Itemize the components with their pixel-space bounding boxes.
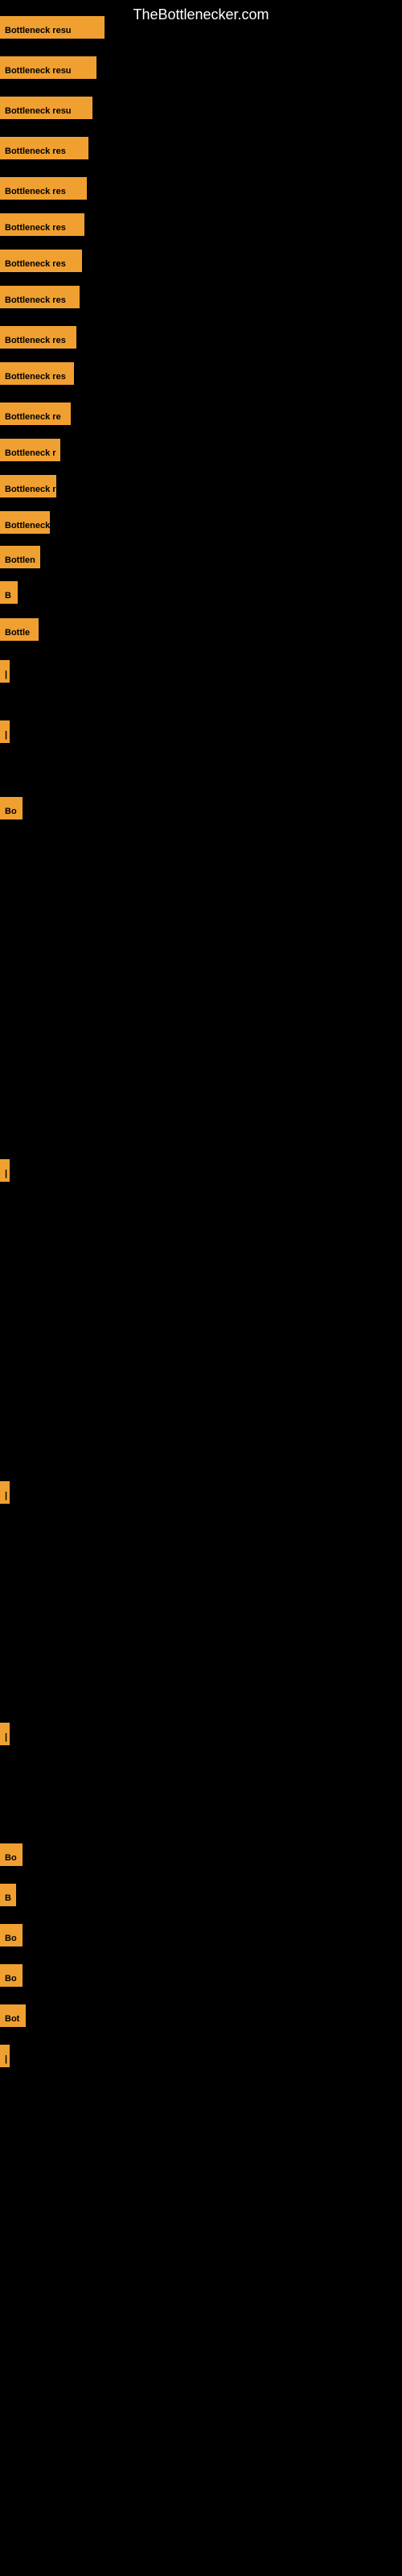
bar-item: Bo bbox=[0, 1843, 23, 1866]
bar-item: | bbox=[0, 2045, 10, 2067]
bar-item: | bbox=[0, 1723, 10, 1745]
bar-item: Bottleneck resu bbox=[0, 16, 105, 39]
bar-label: | bbox=[0, 1159, 10, 1182]
bar-label: Bottleneck res bbox=[0, 250, 82, 272]
bar-label: Bottleneck r bbox=[0, 439, 60, 461]
bar-label: Bot bbox=[0, 2004, 26, 2027]
bar-label: | bbox=[0, 1723, 10, 1745]
bar-label: Bottleneck res bbox=[0, 286, 80, 308]
bar-label: B bbox=[0, 581, 18, 604]
bar-item: Bottleneck res bbox=[0, 213, 84, 236]
bar-label: Bo bbox=[0, 1843, 23, 1866]
bar-item: Bo bbox=[0, 797, 23, 819]
bar-label: Bottlen bbox=[0, 546, 40, 568]
bar-label: Bo bbox=[0, 1924, 23, 1946]
bar-label: Bottleneck resu bbox=[0, 16, 105, 39]
bar-item: | bbox=[0, 1159, 10, 1182]
bar-label: Bottleneck res bbox=[0, 177, 87, 200]
bar-label: Bottleneck r bbox=[0, 475, 56, 497]
bar-item: Bottleneck r bbox=[0, 475, 56, 497]
bar-item: | bbox=[0, 1481, 10, 1504]
bar-item: Bottleneck res bbox=[0, 326, 76, 349]
bar-label: Bo bbox=[0, 797, 23, 819]
bar-item: Bottleneck resu bbox=[0, 97, 92, 119]
bar-item: Bot bbox=[0, 2004, 26, 2027]
bar-label: | bbox=[0, 660, 10, 683]
bar-item: Bottleneck res bbox=[0, 362, 74, 385]
bar-label: Bottleneck res bbox=[0, 362, 74, 385]
bar-item: Bo bbox=[0, 1924, 23, 1946]
bar-label: | bbox=[0, 2045, 10, 2067]
bar-label: B bbox=[0, 1884, 16, 1906]
bar-item: Bottleneck res bbox=[0, 137, 88, 159]
bar-item: Bottleneck res bbox=[0, 286, 80, 308]
bar-item: B bbox=[0, 581, 18, 604]
bar-item: | bbox=[0, 720, 10, 743]
bar-item: Bottlen bbox=[0, 546, 40, 568]
bar-label: Bottle bbox=[0, 618, 39, 641]
bar-item: Bottleneck res bbox=[0, 177, 87, 200]
bar-label: Bottleneck d bbox=[0, 511, 50, 534]
bar-item: | bbox=[0, 660, 10, 683]
bar-label: | bbox=[0, 1481, 10, 1504]
bar-item: Bottleneck d bbox=[0, 511, 50, 534]
bar-item: Bottleneck re bbox=[0, 402, 71, 425]
bar-label: Bottleneck re bbox=[0, 402, 71, 425]
bar-label: Bottleneck res bbox=[0, 137, 88, 159]
bar-item: Bottleneck r bbox=[0, 439, 60, 461]
bar-label: | bbox=[0, 720, 10, 743]
bar-label: Bottleneck res bbox=[0, 326, 76, 349]
bar-item: Bottle bbox=[0, 618, 39, 641]
bar-label: Bo bbox=[0, 1964, 23, 1987]
bar-item: B bbox=[0, 1884, 16, 1906]
bar-label: Bottleneck resu bbox=[0, 97, 92, 119]
bar-label: Bottleneck res bbox=[0, 213, 84, 236]
bar-item: Bo bbox=[0, 1964, 23, 1987]
bar-item: Bottleneck resu bbox=[0, 56, 96, 79]
bar-item: Bottleneck res bbox=[0, 250, 82, 272]
bar-label: Bottleneck resu bbox=[0, 56, 96, 79]
